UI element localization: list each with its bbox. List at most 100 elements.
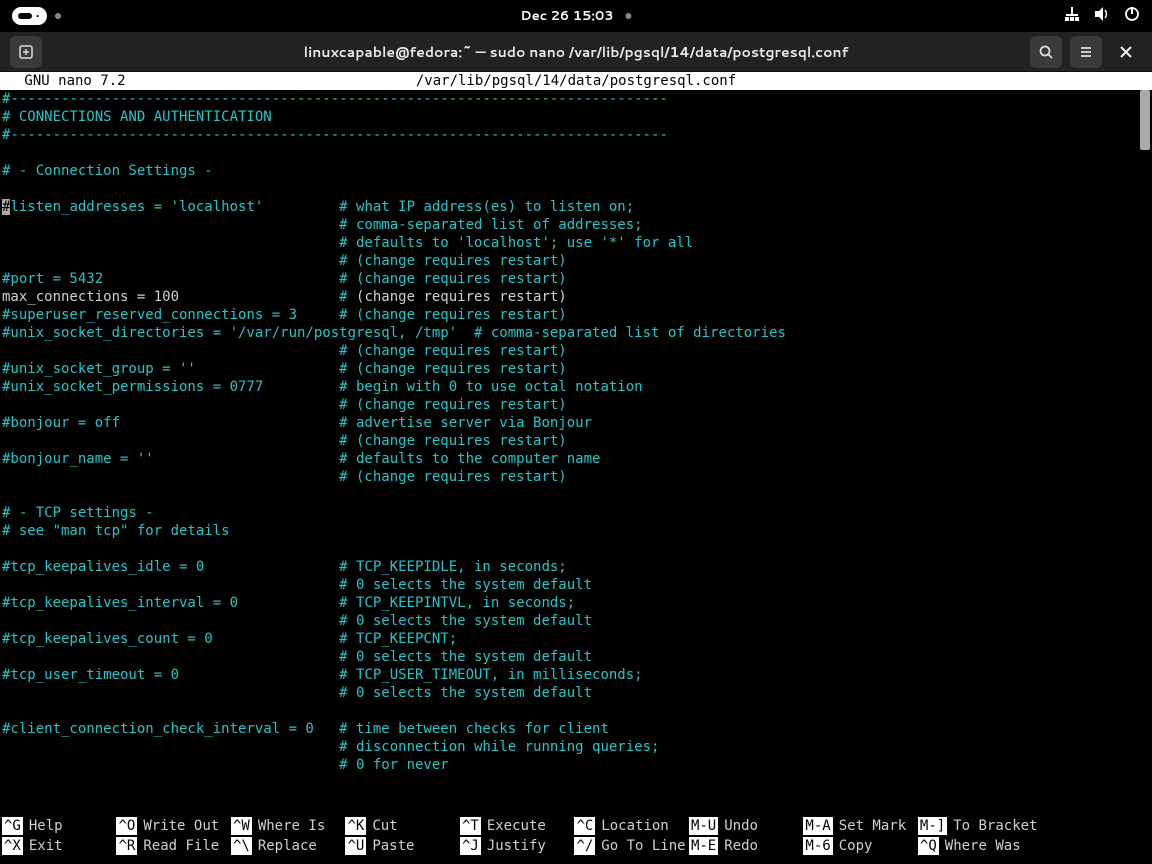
editor-line <box>2 702 1138 720</box>
close-button[interactable] <box>1110 36 1142 68</box>
network-icon[interactable] <box>1064 6 1080 27</box>
shortcut-key: M-E <box>689 837 718 855</box>
editor-line: # - TCP settings - <box>2 504 1138 522</box>
shortcut-key: ^T <box>460 817 481 835</box>
shortcut-item: M-ERedo <box>689 836 803 856</box>
editor-line: #unix_socket_directories = '/var/run/pos… <box>2 324 1138 342</box>
editor-line: #tcp_keepalives_interval = 0 # TCP_KEEPI… <box>2 594 1138 612</box>
shortcut-label: Where Was <box>939 837 1021 855</box>
shortcut-item <box>1038 836 1152 856</box>
shortcut-item: ^XExit <box>2 836 116 856</box>
menu-button[interactable] <box>1070 36 1102 68</box>
editor-area[interactable]: #---------------------------------------… <box>0 90 1138 808</box>
editor-line: # comma-separated list of addresses; <box>2 216 1138 234</box>
shortcut-key: ^J <box>460 837 481 855</box>
editor-line: #superuser_reserved_connections = 3 # (c… <box>2 306 1138 324</box>
scrollbar-track[interactable] <box>1140 90 1150 790</box>
volume-icon[interactable] <box>1094 6 1110 27</box>
activities-pill[interactable]: • <box>12 7 47 25</box>
shortcut-key: ^W <box>231 817 252 835</box>
shortcut-item: M-ASet Mark <box>803 816 917 836</box>
editor-line: #tcp_user_timeout = 0 # TCP_USER_TIMEOUT… <box>2 666 1138 684</box>
shortcut-item: ^/Go To Line <box>574 836 689 856</box>
shortcut-label: Go To Line <box>595 837 685 855</box>
shortcut-label: Write Out <box>137 817 219 835</box>
clock[interactable]: Dec 26 15:03 <box>520 7 613 25</box>
editor-line: max_connections = 100 # (change requires… <box>2 288 1138 306</box>
editor-line: # 0 for never <box>2 756 1138 774</box>
shortcut-key: ^C <box>574 817 595 835</box>
shortcut-key: ^G <box>2 817 23 835</box>
nano-statusbar: GNU nano 7.2 /var/lib/pgsql/14/data/post… <box>0 72 1152 90</box>
nano-app-name: GNU nano 7.2 <box>16 73 126 89</box>
workspace-dot <box>55 13 61 19</box>
power-icon[interactable] <box>1124 6 1140 27</box>
editor-line: #unix_socket_group = '' # (change requir… <box>2 360 1138 378</box>
shortcut-item: ^TExecute <box>460 816 574 836</box>
shortcut-label: Copy <box>833 837 873 855</box>
window-title: linuxcapable@fedora:~ — sudo nano /var/l… <box>304 42 849 62</box>
shortcut-item: ^UPaste <box>345 836 459 856</box>
shortcut-label: Location <box>595 817 668 835</box>
editor-line <box>2 144 1138 162</box>
shortcut-label: Help <box>23 817 63 835</box>
shortcut-item: ^GHelp <box>2 816 116 836</box>
editor-line: #tcp_keepalives_idle = 0 # TCP_KEEPIDLE,… <box>2 558 1138 576</box>
shortcut-label: Justify <box>481 837 546 855</box>
shortcut-label: Paste <box>366 837 414 855</box>
shortcut-item: ^JJustify <box>460 836 574 856</box>
shortcut-item: ^CLocation <box>574 816 689 836</box>
search-button[interactable] <box>1030 36 1062 68</box>
scrollbar-thumb[interactable] <box>1140 90 1150 150</box>
editor-line: # (change requires restart) <box>2 468 1138 486</box>
editor-line <box>2 486 1138 504</box>
shortcut-label: Exit <box>23 837 63 855</box>
shortcut-key: ^\ <box>231 837 252 855</box>
shortcut-item: ^OWrite Out <box>116 816 230 836</box>
shortcut-label: Redo <box>718 837 758 855</box>
editor-line: # CONNECTIONS AND AUTHENTICATION <box>2 108 1138 126</box>
nano-shortcuts: ^GHelp^OWrite Out^WWhere Is^KCut^TExecut… <box>0 816 1152 856</box>
editor-line: # see "man tcp" for details <box>2 522 1138 540</box>
notification-dot <box>626 13 632 19</box>
editor-line: #bonjour_name = '' # defaults to the com… <box>2 450 1138 468</box>
editor-line: # defaults to 'localhost'; use '*' for a… <box>2 234 1138 252</box>
shortcut-key: ^/ <box>574 837 595 855</box>
shortcut-label: Undo <box>718 817 758 835</box>
shortcut-item: ^RRead File <box>116 836 230 856</box>
editor-line: # 0 selects the system default <box>2 684 1138 702</box>
shortcut-key: ^X <box>2 837 23 855</box>
shortcut-key: ^O <box>116 817 137 835</box>
editor-line: #---------------------------------------… <box>2 90 1138 108</box>
editor-line: # 0 selects the system default <box>2 648 1138 666</box>
shortcut-key: ^Q <box>918 837 939 855</box>
shortcut-key: M-] <box>918 817 947 835</box>
editor-line: #unix_socket_permissions = 0777 # begin … <box>2 378 1138 396</box>
editor-line: #port = 5432 # (change requires restart) <box>2 270 1138 288</box>
shortcut-label: Replace <box>252 837 317 855</box>
shortcut-item: M-UUndo <box>689 816 803 836</box>
shortcut-label: Cut <box>366 817 397 835</box>
editor-line: #bonjour = off # advertise server via Bo… <box>2 414 1138 432</box>
shortcut-item: M-6Copy <box>803 836 917 856</box>
editor-line <box>2 540 1138 558</box>
editor-line: # 0 selects the system default <box>2 612 1138 630</box>
shortcut-label: To Bracket <box>947 817 1037 835</box>
editor-line: # 0 selects the system default <box>2 576 1138 594</box>
shortcut-item: ^KCut <box>345 816 459 836</box>
shortcut-label: Read File <box>137 837 219 855</box>
shortcut-item: M-]To Bracket <box>918 816 1038 836</box>
editor-line <box>2 180 1138 198</box>
editor-line: #client_connection_check_interval = 0 # … <box>2 720 1138 738</box>
editor-line: # - Connection Settings - <box>2 162 1138 180</box>
editor-line: # disconnection while running queries; <box>2 738 1138 756</box>
editor-line: # (change requires restart) <box>2 252 1138 270</box>
editor-line: # (change requires restart) <box>2 432 1138 450</box>
shortcut-label: Where Is <box>252 817 325 835</box>
shortcut-key: M-6 <box>803 837 832 855</box>
shortcut-item: ^WWhere Is <box>231 816 346 836</box>
editor-line: #---------------------------------------… <box>2 126 1138 144</box>
new-tab-button[interactable] <box>10 36 42 68</box>
editor-line: #tcp_keepalives_count = 0 # TCP_KEEPCNT; <box>2 630 1138 648</box>
editor-line: #listen_addresses = 'localhost' # what I… <box>2 198 1138 216</box>
